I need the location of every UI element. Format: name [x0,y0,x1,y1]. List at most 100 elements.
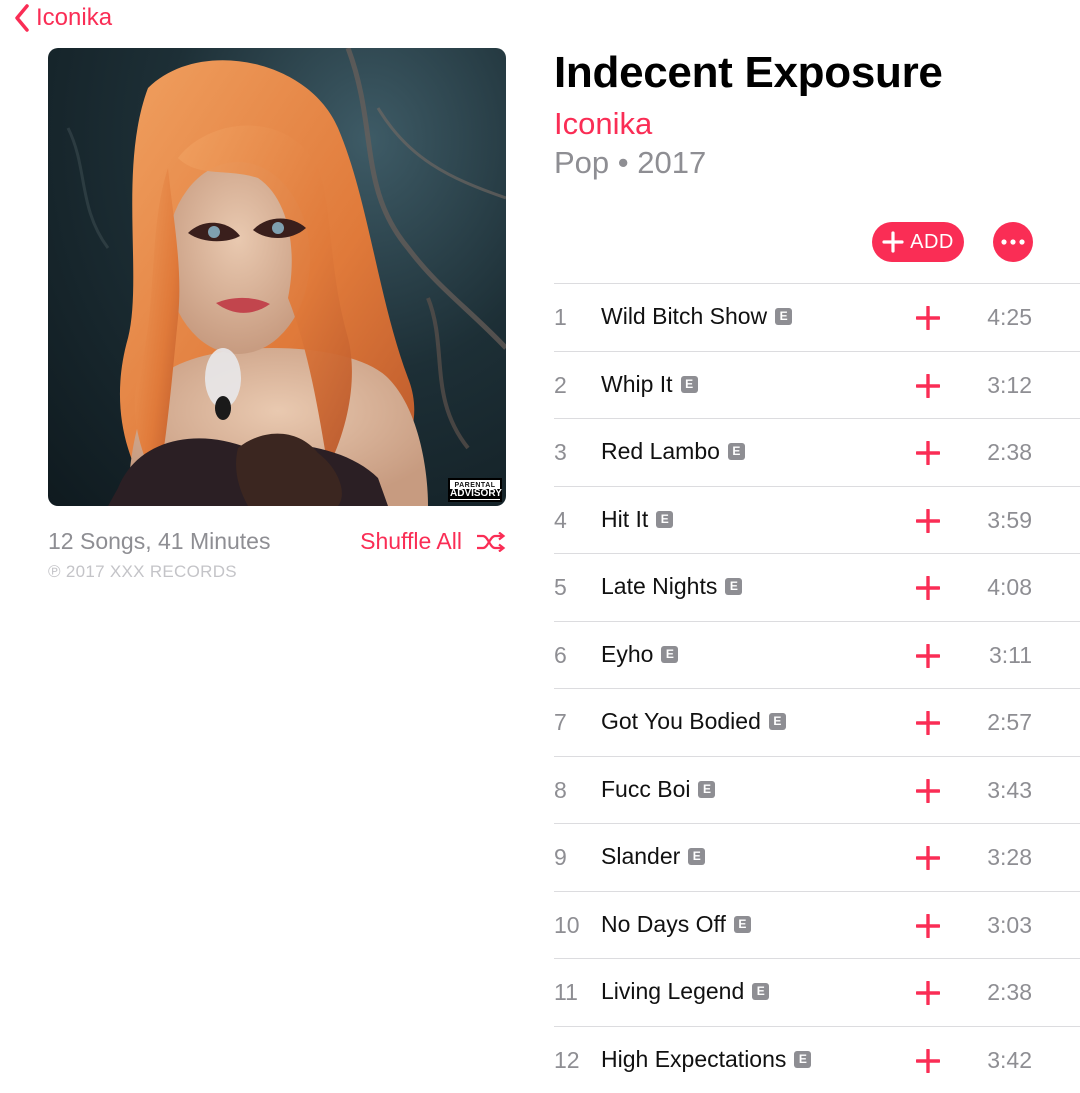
add-track-plus-icon[interactable] [916,509,940,533]
add-track-plus-icon[interactable] [916,914,940,938]
track-title-group: Slander E [601,843,705,870]
track-row[interactable]: 10 No Days Off E 3:03 [554,891,1080,959]
advisory-bottom-text: ADVISORY [450,489,500,499]
more-options-button[interactable] [993,222,1033,262]
track-number: 6 [554,642,567,669]
track-number: 1 [554,304,567,331]
explicit-badge: E [734,916,751,933]
explicit-badge: E [725,578,742,595]
track-title: Red Lambo [601,438,720,465]
add-track-plus-icon[interactable] [916,1049,940,1073]
track-title: Hit It [601,506,648,533]
add-track-plus-icon[interactable] [916,441,940,465]
explicit-badge: E [681,376,698,393]
back-button[interactable]: Iconika [14,2,112,34]
album-artwork[interactable]: PARENTAL ADVISORY [48,48,506,506]
track-number: 8 [554,777,567,804]
track-number: 2 [554,372,567,399]
explicit-badge: E [794,1051,811,1068]
plus-icon [882,231,904,253]
track-number: 3 [554,439,567,466]
album-artwork-illustration [48,48,506,506]
explicit-badge: E [775,308,792,325]
explicit-badge: E [688,848,705,865]
track-duration: 2:38 [987,979,1032,1006]
track-row[interactable]: 7 Got You Bodied E 2:57 [554,688,1080,756]
song-count: 12 Songs, 41 Minutes [48,528,270,555]
track-duration: 3:43 [987,777,1032,804]
add-track-plus-icon[interactable] [916,711,940,735]
add-track-plus-icon[interactable] [916,306,940,330]
track-title-group: Living Legend E [601,978,769,1005]
track-list: 1 Wild Bitch ShowE 4:25 2 Whip ItE 3:12 … [554,283,1080,1093]
track-duration: 3:03 [987,912,1032,939]
add-track-plus-icon[interactable] [916,981,940,1005]
track-title: No Days Off [601,911,726,938]
track-duration: 2:57 [987,709,1032,736]
track-row[interactable]: 3 Red Lambo E 2:38 [554,418,1080,486]
add-track-plus-icon[interactable] [916,374,940,398]
track-number: 10 [554,912,580,939]
track-duration: 3:59 [987,507,1032,534]
track-duration: 2:38 [987,439,1032,466]
track-title-group: Wild Bitch Show E [601,303,792,330]
track-row[interactable]: 9 Slander E 3:28 [554,823,1080,891]
track-duration: 3:42 [987,1047,1032,1074]
explicit-badge: E [661,646,678,663]
parental-advisory-label: PARENTAL ADVISORY [448,478,502,502]
track-duration: 4:08 [987,574,1032,601]
add-album-label: ADD [910,231,954,254]
track-number: 5 [554,574,567,601]
track-title-group: No Days Off E [601,911,751,938]
track-duration: 3:12 [987,372,1032,399]
track-row[interactable]: 5 Late Nights E 4:08 [554,553,1080,621]
track-title: Wild Bitch Show [601,303,767,330]
artist-link[interactable]: Iconika [554,106,652,142]
track-title-group: Fucc BoiE [601,776,715,803]
track-title: Slander [601,843,680,870]
shuffle-all-button[interactable]: Shuffle All [360,528,506,555]
ellipsis-icon [1001,239,1025,245]
track-row[interactable]: 1 Wild Bitch ShowE 4:25 [554,283,1080,351]
track-number: 12 [554,1047,580,1074]
track-duration: 3:28 [987,844,1032,871]
track-row[interactable]: 12 High Expectations E 3:42 [554,1026,1080,1093]
add-track-plus-icon[interactable] [916,846,940,870]
explicit-badge: E [656,511,673,528]
add-album-button[interactable]: ADD [872,222,964,262]
track-number: 11 [554,979,578,1006]
track-number: 4 [554,507,567,534]
track-title-group: Late Nights E [601,573,742,600]
track-title-group: High Expectations E [601,1046,811,1073]
track-title-group: Hit It E [601,506,673,533]
add-track-plus-icon[interactable] [916,576,940,600]
track-title-group: Eyho E [601,641,678,668]
track-row[interactable]: 2 Whip It E 3:12 [554,351,1080,419]
explicit-badge: E [698,781,715,798]
genre-year: Pop • 2017 [554,145,706,181]
track-title-group: Red Lambo E [601,438,745,465]
track-number: 7 [554,709,567,736]
track-title: Got You Bodied [601,708,761,735]
shuffle-all-label: Shuffle All [360,528,462,555]
track-title: Eyho [601,641,653,668]
track-row[interactable]: 4 Hit It E 3:59 [554,486,1080,554]
track-title: High Expectations [601,1046,786,1073]
track-title: Whip It [601,371,673,398]
track-title-group: Got You Bodied E [601,708,786,735]
add-track-plus-icon[interactable] [916,644,940,668]
copyright-text: ℗ 2017 XXX RECORDS [48,562,237,582]
track-title: Living Legend [601,978,744,1005]
track-number: 9 [554,844,567,871]
add-track-plus-icon[interactable] [916,779,940,803]
shuffle-icon [476,532,506,552]
track-title-group: Whip It E [601,371,698,398]
explicit-badge: E [769,713,786,730]
track-title: Late Nights [601,573,717,600]
track-row[interactable]: 11 Living Legend E 2:38 [554,958,1080,1026]
track-row[interactable]: 8 Fucc BoiE 3:43 [554,756,1080,824]
track-row[interactable]: 6 EyhoE 3:11 [554,621,1080,689]
explicit-badge: E [752,983,769,1000]
back-button-label: Iconika [36,4,112,32]
explicit-badge: E [728,443,745,460]
